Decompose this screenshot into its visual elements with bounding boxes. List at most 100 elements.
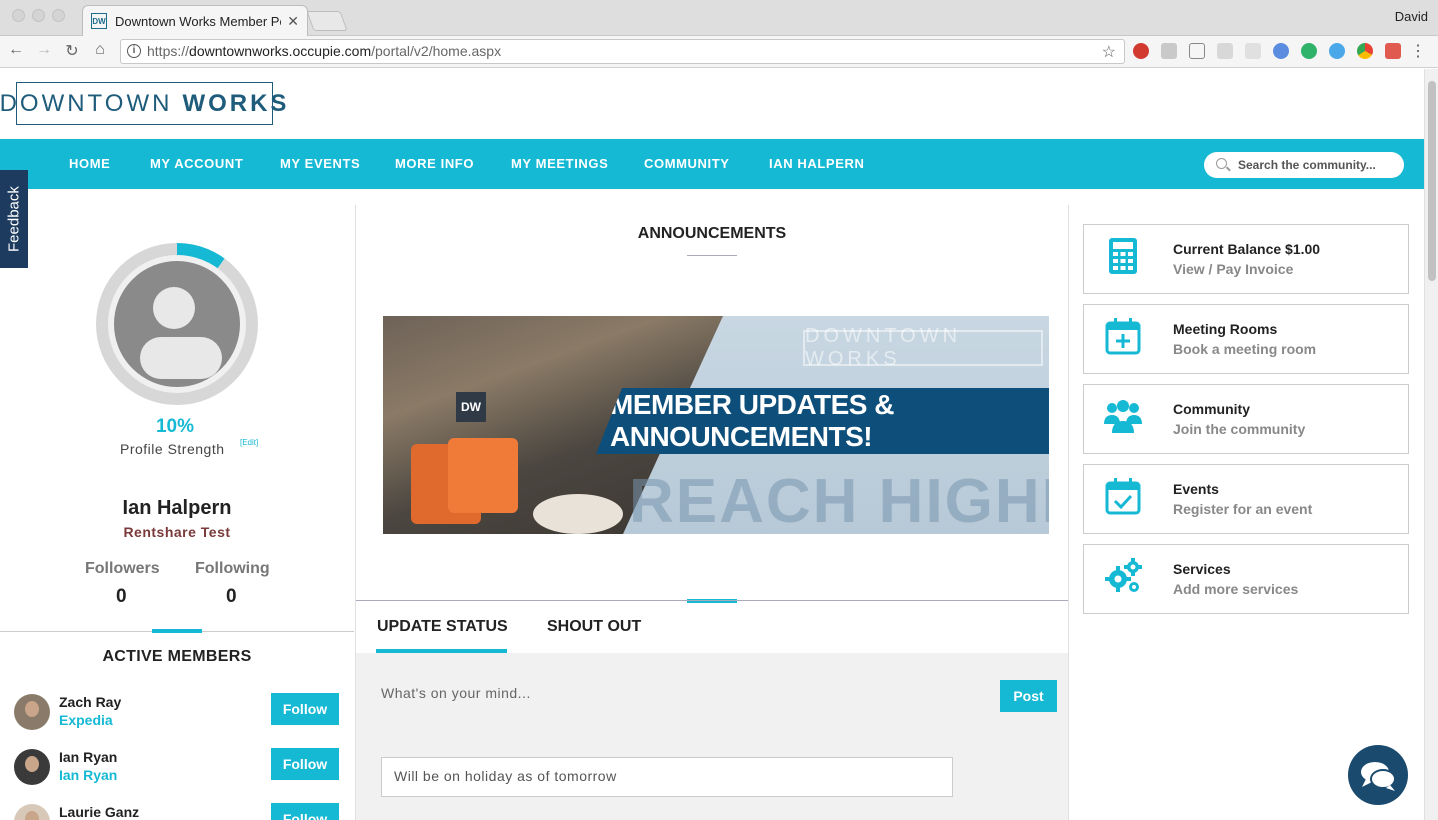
scrollbar-thumb[interactable]: [1428, 81, 1436, 281]
gears-icon: [1105, 558, 1142, 592]
nav-my-meetings[interactable]: MY MEETINGS: [511, 156, 608, 171]
page-scrollbar[interactable]: [1424, 69, 1438, 820]
extension-icon[interactable]: [1385, 43, 1401, 59]
member-row: Ian Ryan Ian Ryan Follow: [0, 748, 354, 799]
card-meeting-rooms[interactable]: Meeting Rooms Book a meeting room: [1083, 304, 1409, 374]
community-search-input[interactable]: Search the community...: [1204, 152, 1404, 178]
profile-strength-percent: 10%: [155, 416, 195, 437]
member-avatar[interactable]: [14, 804, 50, 820]
browser-tab[interactable]: DW Downtown Works Member Por ✕: [82, 5, 308, 36]
tab-update-status[interactable]: UPDATE STATUS: [377, 618, 508, 636]
card-current-balance[interactable]: Current Balance $1.00 View / Pay Invoice: [1083, 224, 1409, 294]
nav-more-info[interactable]: MORE INFO: [395, 156, 474, 171]
nav-my-events[interactable]: MY EVENTS: [280, 156, 360, 171]
active-members-title: ACTIVE MEMBERS: [102, 648, 252, 665]
followers-count[interactable]: 0: [116, 586, 127, 608]
grammarly-icon[interactable]: [1301, 43, 1317, 59]
card-link[interactable]: Add more services: [1173, 581, 1298, 597]
member-avatar[interactable]: [14, 749, 50, 785]
follow-button[interactable]: Follow: [271, 803, 339, 820]
info-icon[interactable]: i: [127, 44, 141, 58]
member-name[interactable]: Zach Ray: [59, 694, 121, 710]
close-tab-icon[interactable]: ✕: [287, 13, 299, 30]
card-title: Current Balance $1.00: [1173, 241, 1321, 257]
forward-icon[interactable]: →: [34, 41, 54, 59]
main-nav: HOME MY ACCOUNT MY EVENTS MORE INFO MY M…: [0, 139, 1424, 189]
avatar-body: [140, 337, 222, 379]
card-link[interactable]: Join the community: [1173, 421, 1305, 437]
adblock-icon[interactable]: [1133, 43, 1149, 59]
banner-watermark: DOWNTOWN WORKS: [803, 325, 1043, 370]
extension-icon[interactable]: [1245, 43, 1261, 59]
chat-bubbles-icon: [1361, 762, 1396, 791]
extension-icon[interactable]: [1217, 43, 1233, 59]
following-label: Following: [195, 560, 270, 577]
banner-sign: DW: [456, 392, 486, 422]
tab-title: Downtown Works Member Por: [115, 13, 282, 29]
search-placeholder: Search the community...: [1238, 158, 1376, 172]
close-window-button[interactable]: [12, 9, 25, 22]
nav-user-menu[interactable]: IAN HALPERN: [769, 156, 864, 171]
avatar-head: [153, 287, 195, 329]
member-name[interactable]: Laurie Ganz: [59, 804, 139, 820]
nav-home[interactable]: HOME: [69, 156, 110, 171]
profile-name[interactable]: Ian Halpern: [0, 497, 354, 520]
profile-strength-ring: [96, 243, 258, 405]
member-row: Zach Ray Expedia Follow: [0, 693, 354, 744]
bookmark-star-icon[interactable]: ☆: [1102, 42, 1116, 62]
avatar[interactable]: [108, 255, 246, 393]
following-count[interactable]: 0: [226, 586, 237, 608]
maximize-window-button[interactable]: [52, 9, 65, 22]
url-path: /portal/v2/home.aspx: [371, 43, 502, 59]
minimize-window-button[interactable]: [32, 9, 45, 22]
divider: [356, 600, 1068, 601]
card-services[interactable]: Services Add more services: [1083, 544, 1409, 614]
cast-icon[interactable]: [1189, 43, 1205, 59]
member-avatar[interactable]: [14, 694, 50, 730]
reload-icon[interactable]: ↻: [62, 41, 82, 61]
current-status-field[interactable]: Will be on holiday as of tomorrow: [381, 757, 953, 797]
nav-my-account[interactable]: MY ACCOUNT: [150, 156, 243, 171]
card-link[interactable]: Book a meeting room: [1173, 341, 1316, 357]
feedback-tab[interactable]: Feedback: [0, 170, 28, 268]
calculator-icon: [1109, 238, 1137, 274]
browser-menu-icon[interactable]: ⋮: [1410, 41, 1426, 61]
new-tab-button[interactable]: [306, 11, 348, 31]
url-prefix: https://: [147, 43, 190, 59]
member-company[interactable]: Expedia: [59, 712, 113, 728]
card-link[interactable]: Register for an event: [1173, 501, 1312, 517]
follow-button[interactable]: Follow: [271, 693, 339, 725]
card-title: Meeting Rooms: [1173, 321, 1278, 337]
profile-company[interactable]: Rentshare Test: [0, 524, 354, 540]
search-icon: [1216, 158, 1227, 169]
announcement-banner[interactable]: DW DOWNTOWN WORKS REACH HIGHER MEMBER UP…: [383, 316, 1049, 534]
extension-icon[interactable]: [1357, 43, 1373, 59]
status-textarea[interactable]: What's on your mind...: [381, 685, 531, 701]
browser-user-name[interactable]: David: [1395, 9, 1428, 24]
card-community[interactable]: Community Join the community: [1083, 384, 1409, 454]
member-name[interactable]: Ian Ryan: [59, 749, 117, 765]
url-field[interactable]: i https://downtownworks.occupie.com/port…: [120, 39, 1125, 64]
logo-bold: WORKS: [182, 89, 290, 117]
member-company[interactable]: Ian Ryan: [59, 767, 117, 783]
card-events[interactable]: Events Register for an event: [1083, 464, 1409, 534]
browser-tab-bar: DW Downtown Works Member Por ✕ David: [0, 0, 1438, 36]
back-icon[interactable]: ←: [6, 41, 26, 59]
title-underline: [687, 255, 737, 256]
chat-button[interactable]: [1348, 745, 1408, 805]
edit-profile-link[interactable]: [Edit]: [240, 438, 258, 447]
extension-icon[interactable]: [1273, 43, 1289, 59]
site-logo[interactable]: DOWNTOWN WORKS: [0, 82, 286, 125]
banner-headline: MEMBER UPDATES & ANNOUNCEMENTS!: [596, 388, 1049, 454]
nav-community[interactable]: COMMUNITY: [644, 156, 730, 171]
help-icon[interactable]: [1329, 43, 1345, 59]
column-divider: [1068, 205, 1069, 820]
follow-button[interactable]: Follow: [271, 748, 339, 780]
extension-icon[interactable]: [1161, 43, 1177, 59]
card-link[interactable]: View / Pay Invoice: [1173, 261, 1293, 277]
post-button[interactable]: Post: [1000, 680, 1057, 712]
card-title: Events: [1173, 481, 1219, 497]
tab-shout-out[interactable]: SHOUT OUT: [547, 618, 641, 636]
home-icon[interactable]: ⌂: [90, 41, 110, 59]
card-title: Community: [1173, 401, 1250, 417]
